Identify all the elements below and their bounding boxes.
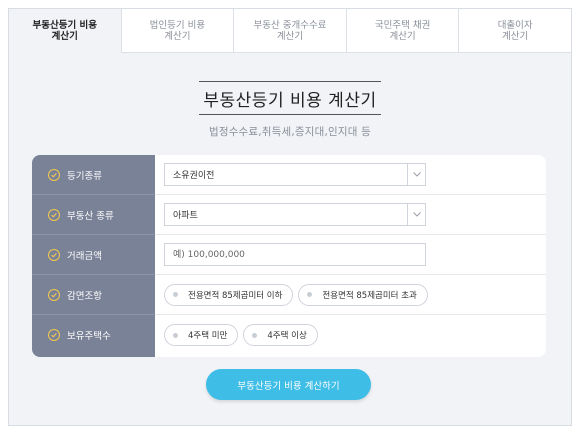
property-type-value: 아파트 [173,211,198,221]
row-price: 거래금액 [32,235,546,275]
page-subtitle: 법정수수료,취득세,증지대,인지대 등 [208,126,372,138]
calculator-form: 등기종류 소유권이전 부동산 종류 아파트 거래금액 예) 100,000,00… [32,155,546,357]
row-houses-owned: 보유주택수 4주택 미만 4주택 이상 [32,315,546,355]
calculator-tabs: 부동산등기 비용 계산기 법인등기 비용 계산기 부동산 중개수수료 계산기 국… [9,9,571,53]
heading-block: 부동산등기 비용 계산기 법정수수료,취득세,증지대,인지대 등 [9,81,571,139]
check-icon [48,248,60,261]
row-registration-type: 등기종류 소유권이전 [32,155,546,195]
price-input[interactable] [164,243,426,266]
houses-owned-option-label: 4주택 미만 [188,331,228,341]
houses-owned-option-4-or-more[interactable]: 4주택 이상 [243,324,318,346]
reduction-option-over-85[interactable]: 전용면적 85제곱미터 초과 [298,283,428,306]
tab-national-housing-bond[interactable]: 국민주택 채권 계산기 [345,9,459,53]
radio-dot-icon [173,292,178,297]
houses-owned-option-label: 4주택 이상 [267,331,307,341]
row-label: 보유주택수 [32,315,155,355]
tab-real-estate-registration[interactable]: 부동산등기 비용 계산기 [9,9,121,53]
check-icon [48,168,60,181]
price-label: 거래금액 [67,250,102,262]
tab-corporate-registration[interactable]: 법인등기 비용 계산기 [120,9,234,53]
price-field [155,235,546,275]
property-type-field: 아파트 [155,195,546,235]
reduction-label: 감면조항 [67,290,102,302]
houses-owned-option-under-4[interactable]: 4주택 미만 [164,324,239,346]
property-type-label: 부동산 종류 [67,210,114,222]
radio-dot-icon [252,332,258,338]
calculate-button[interactable]: 부동산등기 비용 계산하기 [206,369,371,400]
page-title: 부동산등기 비용 계산기 [199,81,381,115]
row-reduction: 감면조항 전용면적 85제곱미터 이하 전용면적 85제곱미터 초과 [32,275,546,315]
reduction-option-under-85[interactable]: 전용면적 85제곱미터 이하 [164,283,294,306]
registration-type-select[interactable]: 소유권이전 [164,163,426,186]
houses-owned-field: 4주택 미만 4주택 이상 [155,315,546,355]
row-label: 감면조항 [32,275,155,315]
radio-dot-icon [307,292,313,297]
check-icon [48,288,60,301]
registration-type-label: 등기종류 [67,170,102,182]
tab-loan-interest[interactable]: 대출이자 계산기 [458,9,571,53]
reduction-option-label: 전용면적 85제곱미터 초과 [322,290,417,301]
registration-type-value: 소유권이전 [173,171,215,181]
chevron-down-icon[interactable] [407,164,425,185]
chevron-down-icon[interactable] [407,204,425,225]
reduction-option-label: 전용면적 85제곱미터 이하 [188,290,283,301]
calculator-panel: 부동산등기 비용 계산기 법인등기 비용 계산기 부동산 중개수수료 계산기 국… [8,8,572,426]
registration-type-field: 소유권이전 [155,155,546,195]
row-label: 부동산 종류 [32,195,155,235]
check-icon [48,208,60,221]
row-label: 거래금액 [32,235,155,275]
row-property-type: 부동산 종류 아파트 [32,195,546,235]
property-type-select[interactable]: 아파트 [164,203,426,226]
reduction-field: 전용면적 85제곱미터 이하 전용면적 85제곱미터 초과 [155,275,546,315]
tab-brokerage-fee[interactable]: 부동산 중개수수료 계산기 [233,9,346,53]
row-label: 등기종류 [32,155,155,195]
houses-owned-label: 보유주택수 [67,331,111,342]
radio-dot-icon [173,332,178,338]
check-icon [48,329,60,341]
